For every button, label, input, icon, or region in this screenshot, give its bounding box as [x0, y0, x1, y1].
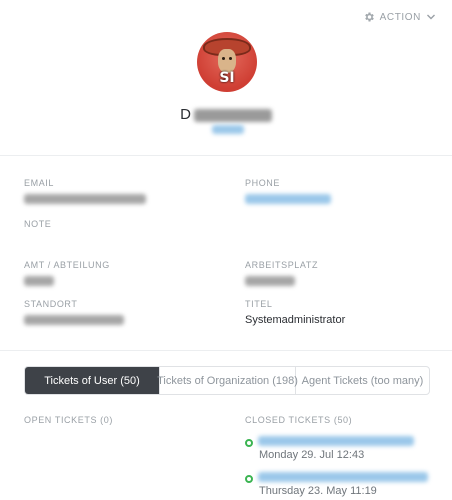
user-name: D — [0, 106, 452, 123]
closed-status-icon — [245, 475, 253, 483]
redacted-name — [193, 108, 272, 122]
title-field: TITEL Systemadministrator — [245, 299, 345, 326]
note-field: NOTE — [24, 219, 51, 229]
divider — [0, 350, 452, 351]
action-label: ACTION — [379, 11, 421, 23]
redacted-email — [24, 194, 146, 205]
location-field: STANDORT — [24, 299, 124, 326]
avatar: SI — [197, 32, 257, 92]
closed-status-icon — [245, 439, 253, 447]
user-name-initial: D — [180, 106, 191, 123]
open-tickets-heading: OPEN TICKETS (0) — [24, 415, 113, 425]
workplace-field: ARBEITSPLATZ — [245, 260, 318, 287]
redacted-location — [24, 315, 124, 326]
note-label: NOTE — [24, 219, 52, 229]
tab-agent-tickets[interactable]: Agent Tickets (too many) — [296, 367, 429, 394]
email-label: EMAIL — [24, 178, 55, 188]
avatar-initials: SI — [219, 70, 235, 86]
ticket-date: Thursday 23. May 11:19 — [259, 485, 377, 497]
divider — [0, 155, 452, 156]
phone-field: PHONE — [245, 178, 331, 205]
department-label: AMT / ABTEILUNG — [24, 260, 110, 270]
tab-tickets-of-user[interactable]: Tickets of User (50) — [25, 367, 160, 394]
redacted-organization-link[interactable] — [212, 125, 244, 134]
phone-label: PHONE — [245, 178, 281, 188]
location-label: STANDORT — [24, 299, 78, 309]
redacted-department — [24, 276, 54, 287]
action-button[interactable]: ACTION — [363, 11, 436, 23]
tab-tickets-of-organization[interactable]: Tickets of Organization (198) — [157, 367, 298, 394]
redacted-ticket-title[interactable] — [258, 436, 414, 446]
title-label: TITEL — [245, 299, 273, 309]
workplace-label: ARBEITSPLATZ — [245, 260, 319, 270]
redacted-phone-link[interactable] — [245, 194, 331, 205]
redacted-ticket-title[interactable] — [258, 472, 428, 482]
ticket-tabs: Tickets of User (50) Tickets of Organiza… — [24, 366, 430, 395]
email-field: EMAIL — [24, 178, 146, 205]
ticket-date: Monday 29. Jul 12:43 — [259, 449, 365, 461]
gear-icon — [363, 11, 375, 23]
closed-tickets-heading: CLOSED TICKETS (50) — [245, 415, 353, 425]
title-value: Systemadministrator — [245, 314, 346, 326]
redacted-workplace — [245, 276, 295, 287]
chevron-down-icon — [426, 12, 436, 22]
department-field: AMT / ABTEILUNG — [24, 260, 110, 287]
